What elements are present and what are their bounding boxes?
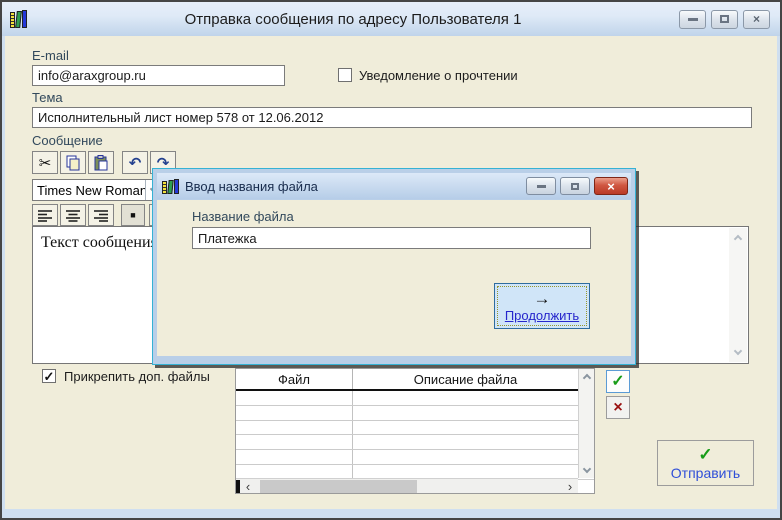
align-right-icon <box>94 209 108 222</box>
dialog-close-button[interactable]: × <box>594 177 628 195</box>
cut-button[interactable]: ✂ <box>32 151 58 174</box>
continue-button-label: Продолжить <box>504 307 580 323</box>
copy-button[interactable] <box>60 151 86 174</box>
file-cell <box>236 464 353 479</box>
bullet-icon: ■ <box>130 210 136 220</box>
align-right-button[interactable] <box>88 204 114 226</box>
table-row[interactable] <box>236 435 594 451</box>
dialog-body: Название файла Платежка → Продолжить <box>157 200 631 356</box>
column-header-description: Описание файла <box>413 371 518 387</box>
close-icon: × <box>752 12 760 26</box>
close-button[interactable]: × <box>743 9 770 29</box>
arrow-right-icon: → <box>533 288 551 308</box>
table-header: Файл Описание файла <box>236 369 594 391</box>
scroll-up-icon <box>582 373 591 383</box>
align-center-icon <box>66 209 80 222</box>
font-select[interactable]: Times New Roman <box>32 179 163 201</box>
message-scrollbar[interactable] <box>729 228 747 362</box>
subject-label: Тема <box>32 90 63 105</box>
bullet-list-button[interactable]: ■ <box>121 204 145 226</box>
undo-button[interactable]: ↶ <box>122 151 148 174</box>
scroll-down-icon <box>733 346 743 356</box>
file-cell <box>236 391 353 405</box>
table-vertical-scrollbar[interactable] <box>578 369 594 478</box>
close-icon: × <box>607 178 615 194</box>
table-row[interactable] <box>236 391 594 406</box>
attach-files-label: Прикрепить доп. файлы <box>64 369 210 384</box>
x-icon: × <box>613 398 623 416</box>
table-row[interactable] <box>236 420 594 436</box>
filename-dialog: Ввод названия файла × Название файла Пла… <box>152 168 636 365</box>
minimize-icon <box>687 17 698 21</box>
attach-files-checkbox[interactable]: ✓ <box>42 369 56 383</box>
minimize-icon <box>536 184 546 188</box>
dialog-books-icon <box>162 178 179 194</box>
send-button[interactable]: ✓ Отправить <box>657 440 754 486</box>
dialog-minimize-button[interactable] <box>526 177 556 195</box>
dialog-restore-button[interactable] <box>560 177 590 195</box>
cut-icon: ✂ <box>38 153 52 172</box>
checkmark-icon: ✓ <box>43 368 55 384</box>
window-title: Отправка сообщения по адресу Пользовател… <box>184 10 522 28</box>
message-label: Сообщение <box>32 133 103 148</box>
align-left-icon <box>38 209 52 222</box>
table-row[interactable] <box>236 450 594 465</box>
paste-icon <box>94 154 108 170</box>
email-input[interactable]: info@araxgroup.ru <box>32 65 285 86</box>
font-select-value: Times New Roman <box>37 182 145 198</box>
main-titlebar: Отправка сообщения по адресу Пользовател… <box>2 2 780 36</box>
read-receipt-label: Уведомление о прочтении <box>359 68 518 83</box>
delete-attachment-button[interactable]: × <box>606 396 630 419</box>
dialog-title: Ввод названия файла <box>185 178 318 194</box>
scrollbar-thumb[interactable] <box>260 479 417 493</box>
undo-icon: ↶ <box>128 153 142 172</box>
scroll-up-icon <box>733 234 743 244</box>
table-horizontal-scrollbar[interactable]: ‹ › <box>236 478 578 493</box>
description-cell <box>353 391 594 405</box>
description-cell <box>353 465 594 479</box>
table-rows <box>236 391 594 480</box>
scroll-down-icon <box>582 464 591 474</box>
description-cell <box>353 435 594 449</box>
file-cell <box>236 420 353 435</box>
filename-label: Название файла <box>192 209 294 224</box>
description-cell <box>353 421 594 435</box>
column-header-file: Файл <box>236 369 353 389</box>
file-cell <box>236 435 353 450</box>
copy-icon <box>66 155 80 170</box>
subject-input[interactable]: Исполнительный лист номер 578 от 12.06.2… <box>32 107 752 128</box>
align-center-button[interactable] <box>60 204 86 226</box>
message-text: Текст сообщения <box>41 234 158 251</box>
app-books-icon <box>10 10 27 28</box>
minimize-button[interactable] <box>679 9 706 29</box>
confirm-attachment-button[interactable]: ✓ <box>606 370 630 393</box>
dialog-titlebar: Ввод названия файла × <box>157 173 631 199</box>
restore-button[interactable] <box>711 9 738 29</box>
file-cell <box>236 405 353 420</box>
scroll-right-icon[interactable]: › <box>562 480 578 493</box>
align-left-button[interactable] <box>32 204 58 226</box>
main-window: Отправка сообщения по адресу Пользовател… <box>0 0 782 520</box>
attachments-table: Файл Описание файла ‹ › <box>235 368 595 494</box>
file-cell <box>236 450 353 464</box>
description-cell <box>353 450 594 464</box>
scroll-left-icon[interactable]: ‹ <box>240 480 256 493</box>
restore-icon <box>720 15 729 23</box>
check-icon: ✓ <box>611 372 625 390</box>
restore-icon <box>571 182 579 190</box>
email-label: E-mail <box>32 48 69 63</box>
send-button-label: Отправить <box>670 464 741 481</box>
filename-input[interactable]: Платежка <box>192 227 591 249</box>
continue-button[interactable]: → Продолжить <box>494 283 590 329</box>
paste-button[interactable] <box>88 151 114 174</box>
table-row[interactable] <box>236 405 594 421</box>
description-cell <box>353 406 594 420</box>
check-icon: ✓ <box>698 444 713 464</box>
read-receipt-checkbox[interactable] <box>338 68 352 82</box>
